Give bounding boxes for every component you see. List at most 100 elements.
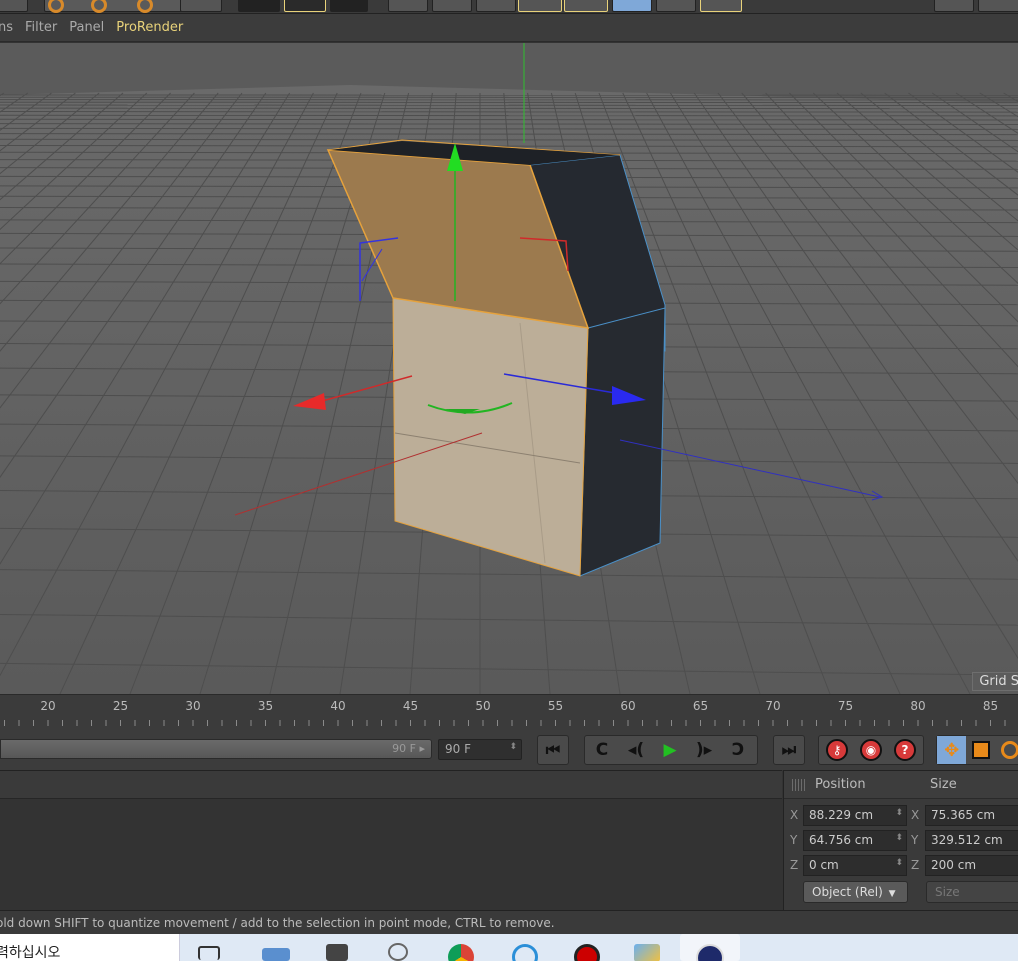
go-to-start-button[interactable]: ⏮: [537, 735, 569, 765]
spinner-icon[interactable]: ⬍: [895, 833, 903, 843]
position-mode-button[interactable]: ✥: [937, 736, 967, 764]
menu-filter[interactable]: Filter: [25, 20, 65, 35]
timeline-tick-label: 60: [620, 699, 636, 713]
timeline-tick-label: 50: [475, 699, 491, 713]
help-icon: ?: [894, 739, 916, 761]
next-frame-icon: )▸: [695, 740, 713, 760]
coord-row-z: Z 0 cm ⬍ Z 200 cm: [784, 855, 1018, 877]
position-z-field[interactable]: 0 cm ⬍: [803, 855, 907, 876]
autokeying-button[interactable]: ◉: [857, 736, 885, 764]
render-picture-viewer-button[interactable]: [284, 0, 326, 12]
object-side-face: [579, 307, 666, 577]
frame-range-slider[interactable]: 90 F ▸: [0, 739, 432, 759]
go-to-end-button[interactable]: ⏭: [773, 735, 805, 765]
coordinates-header: Position Size: [784, 771, 1018, 799]
coordinate-system-button[interactable]: [180, 0, 222, 12]
position-header: Position: [815, 777, 866, 792]
previous-keyframe-icon: C: [595, 740, 609, 760]
layout-button-2[interactable]: [978, 0, 1018, 12]
coordinate-mode-dropdown[interactable]: Object (Rel) ▼: [803, 881, 908, 903]
cube-object-button[interactable]: [388, 0, 428, 12]
record-group: ⚷ ◉ ?: [818, 735, 924, 765]
render-view-button[interactable]: [238, 0, 280, 12]
rotation-mode-button[interactable]: [996, 736, 1018, 764]
coordinate-mode-value: Object (Rel): [812, 885, 883, 899]
size-z-field[interactable]: 200 cm: [925, 855, 1018, 876]
calculator-icon[interactable]: [326, 944, 348, 961]
keyframe-selection-button[interactable]: ?: [891, 736, 919, 764]
rotate-z-icon: [137, 0, 153, 13]
timeline-ruler[interactable]: 20 25 30 35 40 45 50 55 60 65 70 75 80 85: [0, 694, 1018, 730]
internet-explorer-icon[interactable]: [512, 944, 538, 961]
next-keyframe-button[interactable]: Ͻ: [721, 736, 755, 764]
panel-grip-icon[interactable]: [792, 779, 806, 791]
end-frame-field[interactable]: 90 F ⬍: [438, 739, 522, 760]
size-mode-value: Size: [935, 885, 960, 899]
next-frame-button[interactable]: )▸: [687, 736, 721, 764]
cinema4d-taskbar-button[interactable]: [680, 934, 740, 961]
render-settings-button[interactable]: [330, 0, 368, 12]
size-y-field[interactable]: 329.512 cm: [925, 830, 1018, 851]
light-button[interactable]: [700, 0, 742, 12]
snipping-tool-icon[interactable]: [388, 943, 408, 961]
size-mode-dropdown[interactable]: Size: [926, 881, 1018, 903]
taskbar-search-text: 력하십시오: [0, 945, 61, 961]
rotate-x-icon: [48, 0, 64, 13]
deformer-button[interactable]: [564, 0, 608, 12]
menu-panel[interactable]: Panel: [69, 20, 112, 35]
status-message: old down SHIFT to quantize movement / ad…: [0, 916, 555, 930]
layout-button[interactable]: [934, 0, 974, 12]
nurbs-button[interactable]: [476, 0, 516, 12]
toolbar-button[interactable]: [0, 0, 28, 12]
viewport-menubar: ns Filter Panel ProRender: [0, 14, 1018, 42]
scale-mode-button[interactable]: [966, 736, 995, 764]
spinner-icon[interactable]: ⬍: [895, 808, 903, 818]
file-explorer-icon[interactable]: [262, 948, 290, 961]
cinema4d-icon: [696, 944, 724, 961]
size-y-value: 329.512 cm: [931, 833, 1003, 847]
materials-panel[interactable]: [0, 770, 782, 910]
main-toolbar: [0, 0, 1018, 14]
position-axis-label: X: [790, 808, 799, 822]
spinner-icon[interactable]: ⬍: [895, 858, 903, 868]
menu-prorender[interactable]: ProRender: [116, 20, 191, 35]
play-forward-button[interactable]: ▶: [653, 736, 687, 764]
viewport-canvas[interactable]: [0, 43, 1018, 694]
position-z-value: 0 cm: [809, 858, 839, 872]
chrome-icon[interactable]: [448, 944, 474, 961]
toolbar-button-group[interactable]: [44, 0, 186, 13]
menu-options[interactable]: ns: [0, 20, 21, 35]
task-view-icon[interactable]: [198, 946, 220, 960]
size-axis-label: Y: [911, 833, 919, 847]
timeline-tick-label: 70: [765, 699, 781, 713]
timeline-tick-label: 40: [330, 699, 346, 713]
taskbar-search-box[interactable]: 력하십시오: [0, 934, 180, 961]
timeline-tick-label: 85: [982, 699, 999, 713]
go-to-start-icon: ⏮: [545, 740, 561, 759]
rotation-icon: [1001, 741, 1018, 759]
position-x-value: 88.229 cm: [809, 808, 874, 822]
size-axis-label: X: [911, 808, 920, 822]
position-x-field[interactable]: 88.229 cm ⬍: [803, 805, 907, 826]
frame-range-end-value: 90 F: [392, 742, 416, 755]
camera-button[interactable]: [656, 0, 696, 12]
scene-button[interactable]: [612, 0, 652, 12]
size-header: Size: [930, 777, 957, 792]
recorder-icon[interactable]: [574, 944, 600, 961]
windows-taskbar: 력하십시오: [0, 934, 1018, 961]
timeline-ticks: [4, 720, 1006, 726]
previous-keyframe-button[interactable]: C: [585, 736, 619, 764]
position-y-field[interactable]: 64.756 cm ⬍: [803, 830, 907, 851]
end-frame-value: 90 F: [445, 742, 471, 756]
play-icon: ▶: [663, 740, 677, 760]
spline-button[interactable]: [432, 0, 472, 12]
previous-frame-button[interactable]: ◂(: [619, 736, 653, 764]
record-active-objects-button[interactable]: ⚷: [823, 736, 851, 764]
array-button[interactable]: [518, 0, 562, 12]
paint-icon[interactable]: [634, 944, 660, 961]
timeline-tick-label: 20: [40, 699, 56, 713]
size-x-field[interactable]: 75.365 cm: [925, 805, 1018, 826]
coord-row-y: Y 64.756 cm ⬍ Y 329.512 cm: [784, 830, 1018, 852]
perspective-viewport[interactable]: Grid S: [0, 43, 1018, 694]
spinner-icon[interactable]: ⬍: [509, 742, 517, 752]
